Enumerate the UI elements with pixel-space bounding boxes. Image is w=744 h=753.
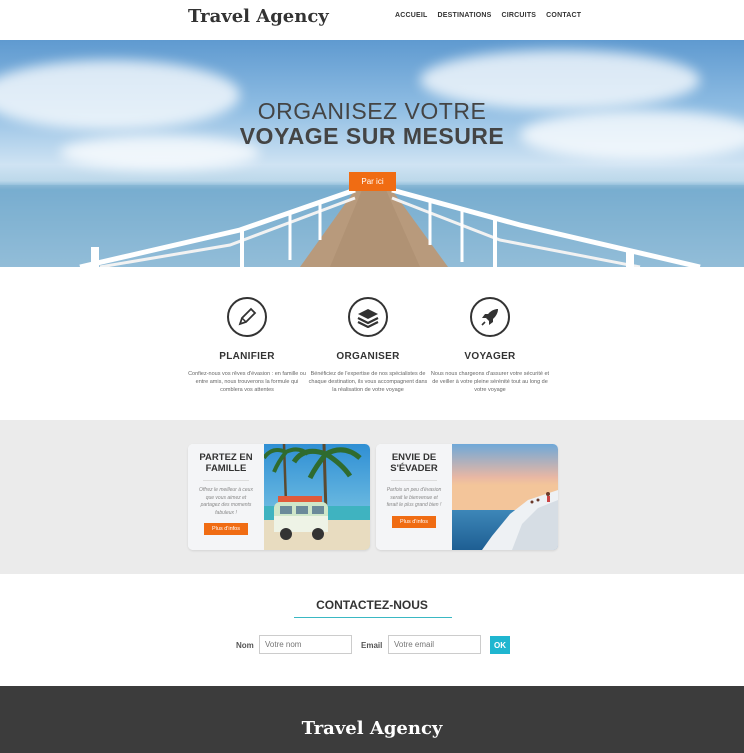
feature-title: PLANIFIER (219, 351, 275, 362)
site-footer: Travel Agency (0, 686, 744, 753)
promo-band: PARTEZ EN FAMILLE Offrez le meilleur à c… (0, 420, 744, 574)
card-text: PARTEZ EN FAMILLE Offrez le meilleur à c… (188, 444, 264, 550)
hero-title-line1: ORGANISEZ VOTRE (257, 98, 487, 124)
feature-title: VOYAGER (464, 351, 516, 362)
name-input[interactable] (259, 635, 352, 654)
pencil-icon (227, 297, 267, 337)
hero-cta-button[interactable]: Par ici (349, 172, 396, 191)
promo-card-famille[interactable]: PARTEZ EN FAMILLE Offrez le meilleur à c… (188, 444, 370, 550)
email-label: Email (361, 641, 383, 650)
main-nav: ACCUEIL DESTINATIONS CIRCUITS CONTACT (395, 12, 581, 19)
feature-text: Bénéficiez de l'expertise de nos spécial… (308, 371, 428, 393)
card-divider (391, 480, 437, 481)
promo-card-evader[interactable]: ENVIE DE S'ÉVADER Parfois un peu d'évasi… (376, 444, 558, 550)
feature-voyager: VOYAGER Nous nous chargeons d'assurer vo… (430, 297, 550, 394)
card-description: Parfois un peu d'évasion serait le bienv… (386, 487, 442, 508)
email-input[interactable] (388, 635, 481, 654)
feature-title: ORGANISER (336, 351, 400, 362)
site-header: Travel Agency ACCUEIL DESTINATIONS CIRCU… (0, 0, 744, 40)
more-info-button[interactable]: Plus d'infos (392, 515, 436, 528)
card-description: Offrez le meilleur à ceux que vous aimez… (199, 487, 253, 516)
card-divider (203, 480, 249, 481)
contact-section: CONTACTEZ-NOUS Nom Email OK (0, 574, 744, 686)
hero-title-line2: VOYAGE SUR MESURE (239, 123, 505, 149)
feature-organiser: ORGANISER Bénéficiez de l'expertise de n… (308, 297, 428, 394)
more-info-button[interactable]: Plus d'infos (204, 523, 248, 535)
layers-icon (348, 297, 388, 337)
contact-title-underline (294, 617, 452, 618)
features-section: PLANIFIER Confiez-nous vos rêves d'évasi… (0, 267, 744, 420)
nav-accueil[interactable]: ACCUEIL (395, 12, 428, 19)
feature-planifier: PLANIFIER Confiez-nous vos rêves d'évasi… (187, 297, 307, 394)
nav-circuits[interactable]: CIRCUITS (502, 12, 537, 19)
nav-destinations[interactable]: DESTINATIONS (438, 12, 492, 19)
card-title: PARTEZ EN FAMILLE (199, 452, 253, 474)
name-label: Nom (236, 641, 254, 650)
contact-title: CONTACTEZ-NOUS (316, 598, 428, 612)
footer-logo: Travel Agency (301, 718, 443, 739)
sunset-cliff-image (452, 444, 558, 550)
van-beach-image (262, 444, 370, 550)
card-title: ENVIE DE S'ÉVADER (390, 452, 438, 474)
hero-banner: ORGANISEZ VOTRE VOYAGE SUR MESURE Par ic… (0, 40, 744, 267)
feature-text: Confiez-nous vos rêves d'évasion : en fa… (188, 371, 306, 393)
pier-illustration (0, 185, 744, 267)
card-text: ENVIE DE S'ÉVADER Parfois un peu d'évasi… (376, 444, 452, 550)
site-logo[interactable]: Travel Agency (188, 6, 329, 27)
feature-text: Nous nous chargeons d'assurer votre sécu… (430, 371, 550, 393)
rocket-icon (470, 297, 510, 337)
submit-button[interactable]: OK (490, 636, 510, 654)
nav-contact[interactable]: CONTACT (546, 12, 581, 19)
